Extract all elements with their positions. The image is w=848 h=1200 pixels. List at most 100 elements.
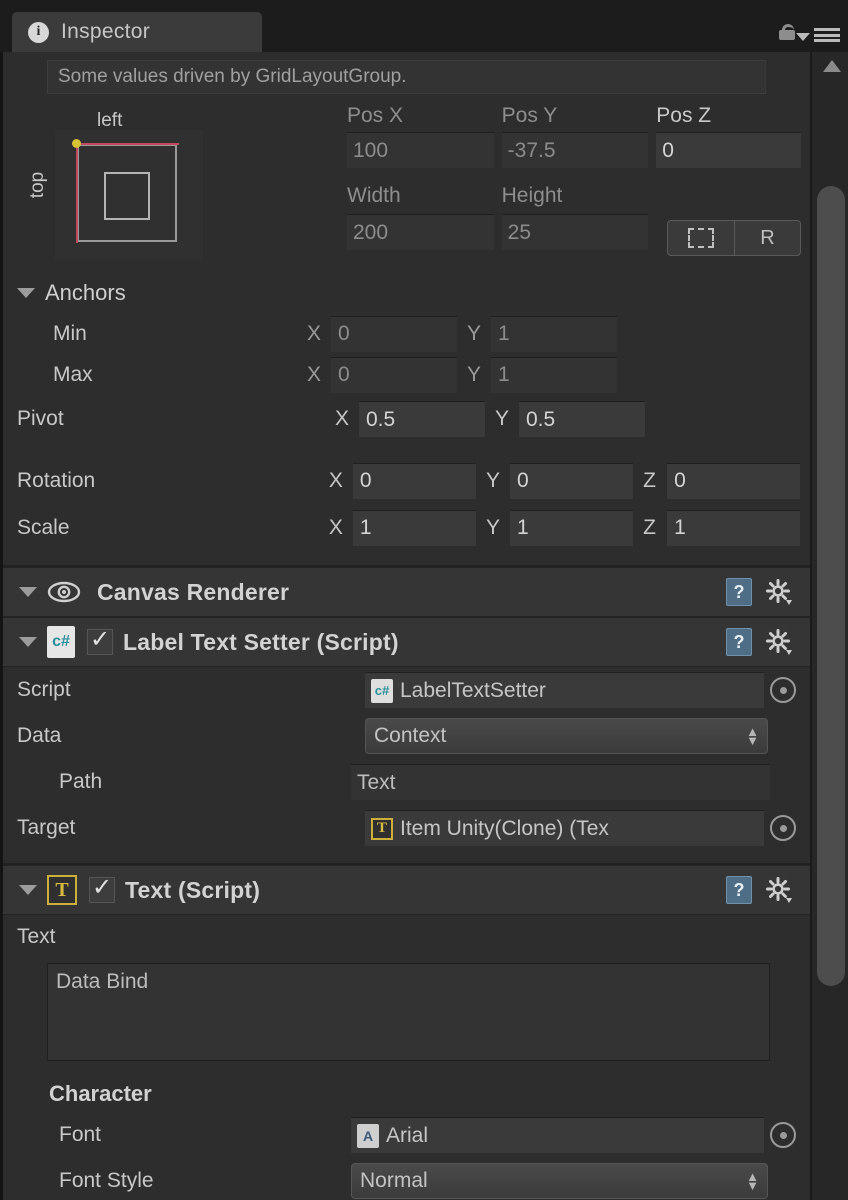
font-style-dropdown[interactable]: Normal ▲ ▼ bbox=[351, 1163, 768, 1199]
help-icon[interactable]: ? bbox=[726, 876, 752, 904]
width-header: Width bbox=[347, 184, 401, 207]
chevron-down-icon[interactable] bbox=[19, 637, 37, 647]
character-section-label: Character bbox=[49, 1081, 152, 1106]
scale-x-value: 1 bbox=[359, 516, 372, 539]
scale-x-field[interactable]: X 1 bbox=[329, 509, 476, 546]
axis-y-label: Y bbox=[467, 362, 482, 386]
object-picker-icon[interactable] bbox=[770, 815, 796, 841]
scale-label: Scale bbox=[17, 515, 70, 539]
component-title: Label Text Setter (Script) bbox=[123, 628, 399, 655]
scale-row: Scale X 1 Y 1 Z 1 bbox=[3, 504, 810, 551]
font-row: Font A Arial bbox=[3, 1111, 810, 1159]
gear-icon[interactable] bbox=[766, 629, 792, 655]
path-row: Path Text bbox=[3, 759, 810, 805]
gear-icon[interactable] bbox=[766, 877, 792, 903]
gear-icon[interactable] bbox=[766, 579, 792, 605]
rotation-y-field[interactable]: Y 0 bbox=[486, 462, 634, 499]
text-field-textarea[interactable]: Data Bind bbox=[47, 963, 770, 1061]
pos-y-input[interactable]: -37.5 bbox=[501, 132, 649, 168]
hamburger-menu-icon[interactable] bbox=[814, 28, 840, 42]
rotation-label: Rotation bbox=[17, 468, 96, 492]
csharp-script-icon: c# bbox=[371, 678, 393, 703]
axis-y-label: Y bbox=[467, 321, 482, 345]
script-object-field[interactable]: c# LabelTextSetter bbox=[365, 672, 764, 708]
text-field-value: Data Bind bbox=[56, 970, 149, 993]
object-picker-icon[interactable] bbox=[770, 1122, 796, 1148]
font-object-field[interactable]: A Arial bbox=[351, 1117, 764, 1153]
data-dropdown[interactable]: Context ▲ ▼ bbox=[365, 718, 768, 754]
component-enabled-checkbox[interactable] bbox=[89, 873, 115, 903]
axis-x-label: X bbox=[307, 321, 322, 345]
tab-inspector[interactable]: i Inspector bbox=[12, 12, 262, 52]
height-input[interactable]: 25 bbox=[501, 214, 649, 250]
anchor-preset-horizontal-label: left bbox=[97, 110, 123, 131]
rotation-x-field[interactable]: X 0 bbox=[329, 462, 476, 499]
axis-z-label: Z bbox=[643, 515, 656, 539]
rotation-z-field[interactable]: Z 0 bbox=[643, 462, 801, 499]
lock-icon[interactable] bbox=[778, 24, 796, 40]
inspector-scrollbar[interactable] bbox=[810, 52, 848, 1200]
csharp-script-icon: c# bbox=[47, 626, 75, 658]
pos-z-input[interactable]: 0 bbox=[656, 132, 801, 168]
rect-transform-fields: Pos X Pos Y Pos Z 100 -37.5 0 Width Heig… bbox=[347, 100, 809, 262]
driven-values-text: Some values driven by GridLayoutGroup. bbox=[58, 66, 407, 87]
anchors-title: Anchors bbox=[45, 279, 126, 305]
script-value: LabelTextSetter bbox=[400, 678, 546, 702]
scroll-up-arrow-icon[interactable] bbox=[823, 60, 841, 72]
pivot-x-field[interactable]: X 0.5 bbox=[335, 401, 485, 437]
object-picker-icon[interactable] bbox=[770, 677, 796, 703]
scrollbar-thumb[interactable] bbox=[817, 186, 845, 986]
eye-icon bbox=[47, 581, 81, 603]
pos-z-value: 0 bbox=[662, 138, 674, 162]
component-header-text[interactable]: T Text (Script) ? bbox=[3, 865, 810, 915]
scale-y-field[interactable]: Y 1 bbox=[486, 509, 634, 546]
width-value: 200 bbox=[353, 220, 389, 244]
anchor-min-y-field[interactable]: Y 1 bbox=[467, 315, 617, 352]
anchor-min-row: Min X 0 Y 1 bbox=[3, 313, 810, 354]
raw-edit-label: R bbox=[760, 226, 775, 249]
target-object-field[interactable]: T Item Unity(Clone) (Tex bbox=[365, 810, 764, 846]
anchor-max-y-value: 1 bbox=[498, 363, 510, 386]
chevron-down-icon[interactable] bbox=[19, 587, 37, 597]
pivot-label: Pivot bbox=[17, 407, 64, 430]
rotation-z-value: 0 bbox=[674, 469, 686, 492]
anchor-min-label: Min bbox=[53, 321, 87, 345]
text-field-wrap: Data Bind bbox=[3, 959, 810, 1071]
pivot-y-field[interactable]: Y 0.5 bbox=[495, 401, 645, 437]
chevron-down-icon[interactable] bbox=[19, 885, 37, 895]
rect-transform-mode-buttons: R bbox=[667, 220, 801, 256]
component-title: Text (Script) bbox=[125, 876, 261, 903]
help-icon[interactable]: ? bbox=[726, 578, 752, 606]
scale-y-value: 1 bbox=[516, 516, 529, 539]
pos-x-input[interactable]: 100 bbox=[347, 132, 494, 168]
text-component-icon: T bbox=[47, 875, 77, 905]
chevron-updown-icon: ▲ ▼ bbox=[746, 1169, 759, 1193]
anchor-max-row: Max X 0 Y 1 bbox=[3, 354, 810, 395]
component-header-canvas-renderer[interactable]: Canvas Renderer ? bbox=[3, 567, 810, 617]
scale-z-field[interactable]: Z 1 bbox=[643, 509, 801, 546]
anchor-preview-left-edge bbox=[76, 143, 78, 243]
chevron-down-icon[interactable] bbox=[17, 287, 35, 298]
font-label: Font bbox=[59, 1123, 102, 1146]
width-input[interactable]: 200 bbox=[347, 214, 494, 250]
anchor-min-x-field[interactable]: X 0 bbox=[307, 315, 457, 352]
blueprint-mode-icon bbox=[688, 228, 714, 248]
anchors-foldout[interactable]: Anchors bbox=[3, 272, 810, 313]
anchor-preset-preview[interactable] bbox=[55, 130, 203, 260]
axis-x-label: X bbox=[307, 362, 322, 386]
component-header-label-text-setter[interactable]: c# Label Text Setter (Script) ? bbox=[3, 617, 810, 667]
rect-transform-block: left top Pos X Pos Y Pos Z 100 -37.5 0 W… bbox=[17, 100, 801, 272]
pos-x-header: Pos X bbox=[347, 104, 404, 127]
help-icon[interactable]: ? bbox=[726, 628, 752, 656]
path-input[interactable]: Text bbox=[351, 764, 770, 800]
chevron-down-icon[interactable] bbox=[796, 33, 810, 41]
blueprint-mode-button[interactable] bbox=[668, 221, 734, 255]
pos-x-value: 100 bbox=[353, 138, 389, 162]
font-style-label: Font Style bbox=[59, 1169, 154, 1192]
raw-edit-mode-button[interactable]: R bbox=[734, 221, 800, 255]
component-enabled-checkbox[interactable] bbox=[87, 625, 113, 655]
anchor-max-y-field[interactable]: Y 1 bbox=[467, 356, 617, 393]
text-field-label: Text bbox=[17, 925, 56, 948]
anchor-max-x-field[interactable]: X 0 bbox=[307, 356, 457, 393]
data-row: Data Context ▲ ▼ bbox=[3, 713, 810, 759]
